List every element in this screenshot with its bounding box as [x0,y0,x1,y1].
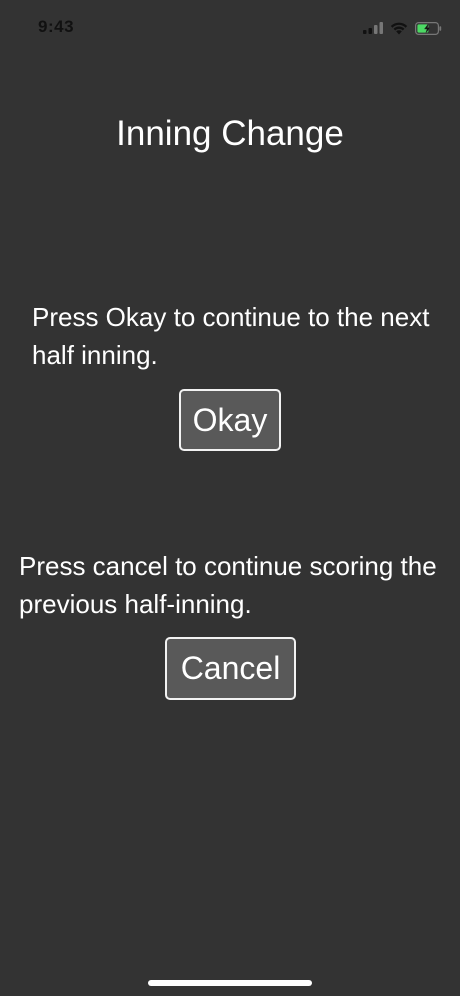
okay-instruction-text: Press Okay to continue to the next half … [32,302,430,370]
cancel-button[interactable]: Cancel [165,637,296,700]
status-icons [363,19,442,37]
battery-charging-icon [415,21,442,35]
okay-button[interactable]: Okay [179,389,281,451]
cancel-instruction-text: Press cancel to continue scoring the pre… [19,551,437,619]
status-bar: 9:43 [0,0,460,56]
wifi-icon [390,22,408,35]
status-time: 9:43 [38,17,75,36]
home-indicator[interactable] [148,980,312,986]
cellular-signal-icon [363,22,383,34]
page-title: Inning Change [116,114,344,153]
